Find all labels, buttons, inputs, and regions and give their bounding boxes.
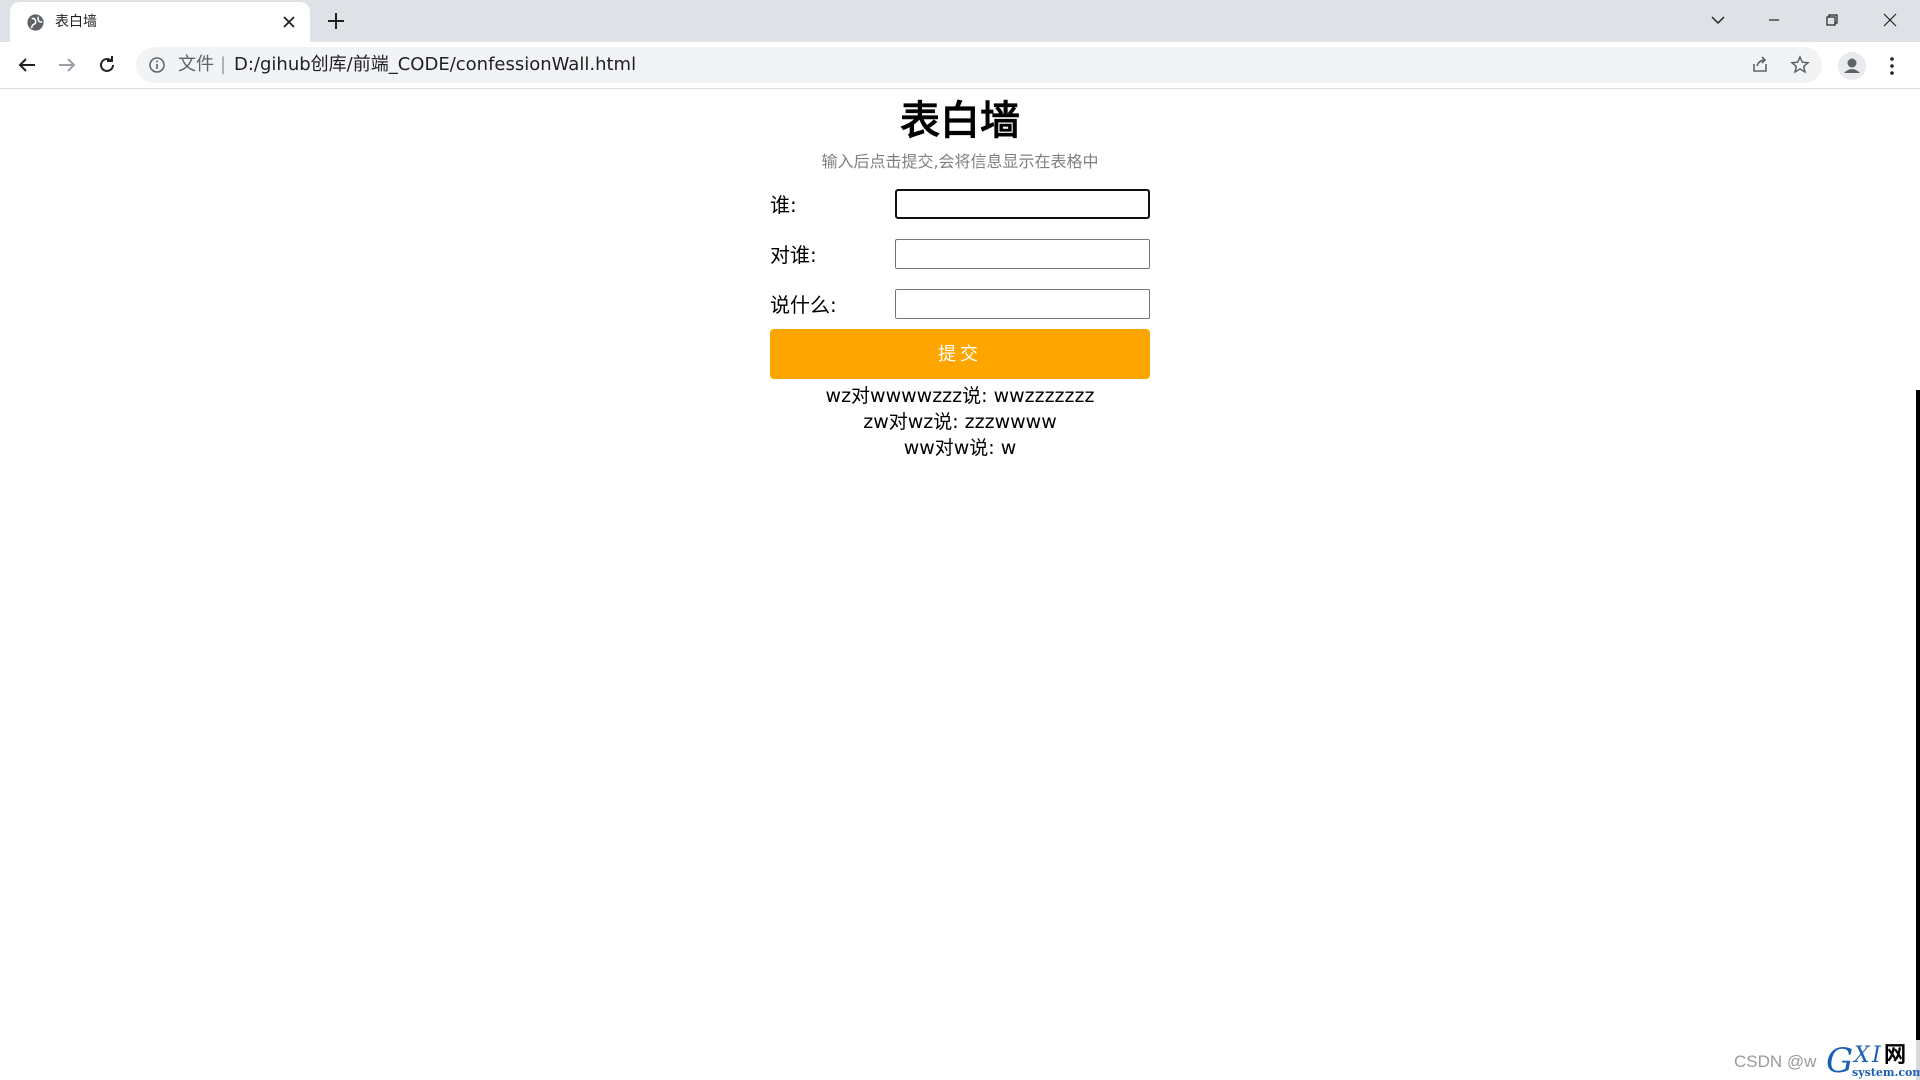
gxi-logo-icon: G X I 网 system.com bbox=[1824, 1040, 1920, 1080]
page-subtitle: 输入后点击提交,会将信息显示在表格中 bbox=[821, 152, 1099, 171]
plus-icon[interactable] bbox=[325, 10, 347, 32]
page-content: 表白墙 输入后点击提交,会将信息显示在表格中 谁: 对谁: 说什么: 提交 wz… bbox=[0, 89, 1920, 1080]
back-arrow-icon[interactable] bbox=[15, 53, 39, 77]
window-edge bbox=[1916, 390, 1920, 1080]
kebab-menu-icon[interactable] bbox=[1880, 54, 1904, 78]
profile-icon bbox=[1844, 58, 1860, 73]
message-item: ww对w说: w bbox=[903, 437, 1017, 459]
submit-button[interactable]: 提交 bbox=[770, 329, 1150, 379]
message-item: wz对wwwwzzz说: wwzzzzzzz bbox=[825, 385, 1095, 407]
svg-text:G: G bbox=[1826, 1041, 1853, 1080]
globe-icon bbox=[27, 14, 44, 31]
message-item: zw对wz说: zzzwwww bbox=[863, 411, 1057, 433]
tab-strip: 表白墙 bbox=[0, 0, 1920, 42]
form-row-who: 谁: bbox=[770, 189, 1150, 219]
address-bar[interactable]: 文件 | D:/gihub创库/前端_CODE/confessionWall.h… bbox=[136, 47, 1822, 83]
star-icon[interactable] bbox=[1790, 55, 1810, 75]
page-title: 表白墙 bbox=[900, 98, 1020, 144]
csdn-watermark-text: CSDN @w bbox=[1734, 1052, 1817, 1071]
url-separator: | bbox=[220, 54, 227, 75]
forward-arrow-icon[interactable] bbox=[55, 53, 79, 77]
who-input[interactable] bbox=[895, 189, 1150, 219]
who-label: 谁: bbox=[770, 193, 797, 217]
message-list: wz对wwwwzzz说: wwzzzzzzz zw对wz说: zzzwwww w… bbox=[710, 383, 1210, 461]
watermark: CSDN @w G X I 网 system.com bbox=[1730, 1040, 1920, 1080]
tab-title: 表白墙 bbox=[55, 14, 97, 30]
restore-icon[interactable] bbox=[1820, 8, 1844, 32]
message-label: 说什么: bbox=[770, 293, 837, 317]
profile-button[interactable] bbox=[1838, 52, 1866, 80]
reload-icon[interactable] bbox=[95, 53, 119, 77]
to-whom-label: 对谁: bbox=[770, 243, 817, 267]
browser-window: 表白墙 文件 | D:/gihub创库/前端_CODE/confessionWa… bbox=[0, 0, 1920, 1080]
message-input[interactable] bbox=[895, 289, 1150, 319]
svg-text:system.com: system.com bbox=[1852, 1066, 1920, 1079]
form-row-to-whom: 对谁: bbox=[770, 239, 1150, 269]
scheme-label: 文件 bbox=[178, 54, 214, 75]
close-icon[interactable] bbox=[280, 13, 298, 31]
chevron-down-icon[interactable] bbox=[1706, 8, 1730, 32]
to-whom-input[interactable] bbox=[895, 239, 1150, 269]
form-row-message: 说什么: bbox=[770, 289, 1150, 319]
browser-toolbar: 文件 | D:/gihub创库/前端_CODE/confessionWall.h… bbox=[0, 42, 1920, 89]
svg-text:网: 网 bbox=[1884, 1043, 1906, 1068]
svg-text:X: X bbox=[1852, 1043, 1871, 1068]
url-text[interactable]: D:/gihub创库/前端_CODE/confessionWall.html bbox=[234, 55, 636, 75]
close-icon[interactable] bbox=[1878, 8, 1902, 32]
minimize-icon[interactable] bbox=[1762, 8, 1786, 32]
info-icon[interactable] bbox=[148, 56, 166, 74]
tab-active[interactable]: 表白墙 bbox=[10, 2, 310, 42]
share-icon[interactable] bbox=[1750, 55, 1770, 75]
svg-text:I: I bbox=[1871, 1043, 1882, 1068]
